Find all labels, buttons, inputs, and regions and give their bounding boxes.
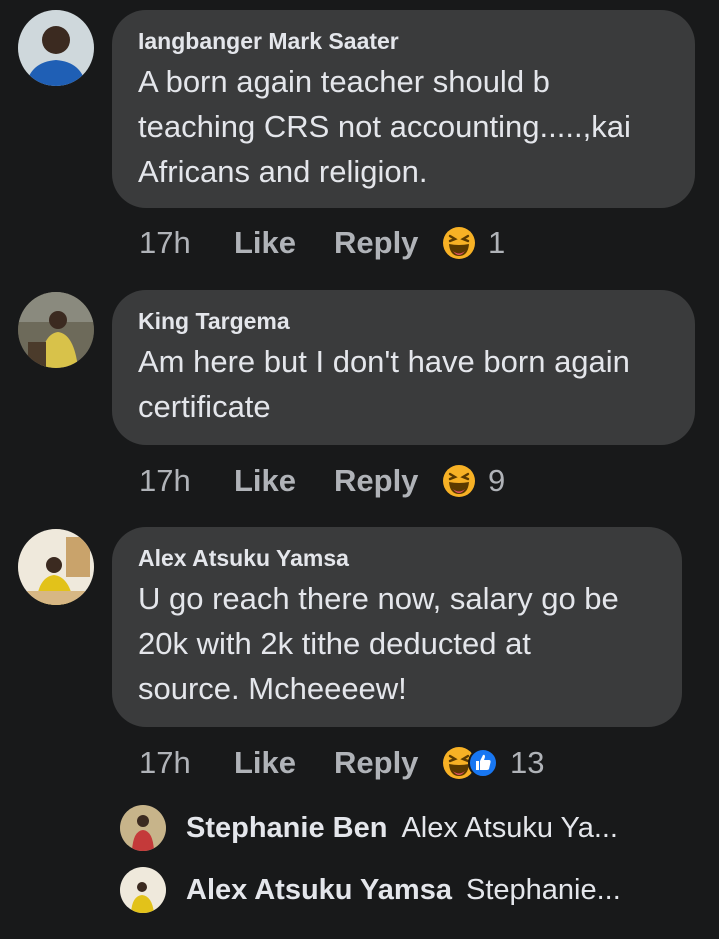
reply-author[interactable]: Stephanie Ben: [186, 812, 387, 845]
like-icon: [468, 748, 498, 778]
avatar[interactable]: [120, 805, 166, 851]
comment-author[interactable]: King Targema: [138, 307, 669, 335]
reply-button[interactable]: Reply: [334, 745, 442, 781]
comment-timestamp[interactable]: 17h: [139, 225, 234, 261]
avatar[interactable]: [120, 867, 166, 913]
comment-text: Am here but I don't have born again cert…: [138, 344, 630, 424]
reaction-count[interactable]: 9: [488, 463, 505, 499]
avatar[interactable]: [18, 529, 94, 605]
avatar-photo: [120, 867, 166, 913]
comment-timestamp[interactable]: 17h: [139, 745, 234, 781]
haha-icon: [443, 227, 475, 259]
comment-bubble: King Targema Am here but I don't have bo…: [112, 290, 695, 445]
comment-text: A born again teacher should b teaching C…: [138, 64, 631, 189]
reply-preview[interactable]: Alex Atsuku Yamsa Stephanie...: [120, 865, 621, 915]
avatar-photo: [18, 10, 94, 86]
comment-actions: 17h Like Reply 1: [139, 223, 505, 263]
reaction-count[interactable]: 13: [510, 745, 544, 781]
reaction-icons[interactable]: [442, 226, 476, 260]
reply-button[interactable]: Reply: [334, 225, 442, 261]
comment-actions: 17h Like Reply 9: [139, 461, 505, 501]
like-button[interactable]: Like: [234, 463, 334, 499]
avatar-photo: [120, 805, 166, 851]
reply-preview[interactable]: Stephanie Ben Alex Atsuku Ya...: [120, 803, 618, 853]
avatar[interactable]: [18, 10, 94, 86]
avatar-photo: [18, 292, 94, 368]
reply-button[interactable]: Reply: [334, 463, 442, 499]
avatar-photo: [18, 529, 94, 605]
reply-text: Alex Atsuku Ya...: [401, 811, 618, 844]
like-button[interactable]: Like: [234, 225, 334, 261]
comment-bubble: Alex Atsuku Yamsa U go reach there now, …: [112, 527, 682, 727]
reaction-icons[interactable]: [442, 464, 476, 498]
comment-author[interactable]: Alex Atsuku Yamsa: [138, 544, 656, 572]
comment-actions: 17h Like Reply 13: [139, 743, 544, 783]
comment-text: U go reach there now, salary go be 20k w…: [138, 581, 619, 706]
reaction-count[interactable]: 1: [488, 225, 505, 261]
like-button[interactable]: Like: [234, 745, 334, 781]
comment-timestamp[interactable]: 17h: [139, 463, 234, 499]
reply-text: Stephanie...: [465, 873, 621, 906]
haha-icon: [443, 465, 475, 497]
comment-author[interactable]: Iangbanger Mark Saater: [138, 27, 669, 55]
reply-author[interactable]: Alex Atsuku Yamsa: [186, 874, 452, 907]
comment-bubble: Iangbanger Mark Saater A born again teac…: [112, 10, 695, 208]
avatar[interactable]: [18, 292, 94, 368]
reaction-icons[interactable]: [442, 746, 498, 780]
